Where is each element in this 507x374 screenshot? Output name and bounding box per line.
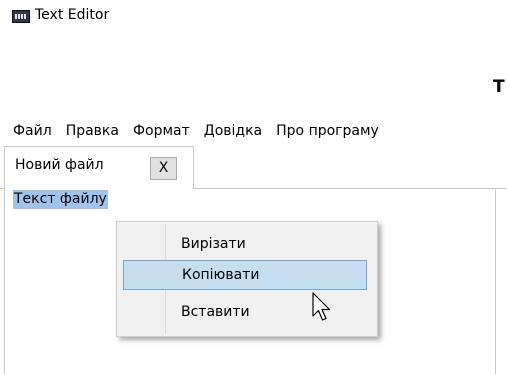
editor-selected-text[interactable]: Текст файлу: [13, 190, 108, 209]
tab-strip: Новий файл X: [0, 146, 507, 190]
text-editor-app-icon: [12, 10, 30, 23]
context-menu-copy-label: Копіювати: [182, 267, 260, 283]
menu-edit[interactable]: Правка: [59, 120, 126, 142]
context-menu-copy[interactable]: Копіювати: [123, 260, 367, 290]
tab-new-file[interactable]: Новий файл X: [4, 146, 194, 190]
context-menu: Вирізати Копіювати Вставити: [116, 221, 378, 337]
context-menu-cut-label: Вирізати: [181, 236, 246, 252]
context-menu-cut[interactable]: Вирізати: [123, 230, 367, 260]
arrow-cursor-icon: [312, 292, 331, 321]
page-heading: T: [493, 77, 505, 97]
menu-file[interactable]: Файл: [0, 120, 59, 142]
title-bar: Text Editor: [0, 0, 507, 32]
context-menu-paste-label: Вставити: [181, 304, 250, 320]
tab-close-button[interactable]: X: [150, 157, 177, 180]
window-title: Text Editor: [35, 7, 110, 23]
tab-label: Новий файл: [15, 157, 104, 173]
menu-format[interactable]: Формат: [126, 120, 197, 142]
menu-about[interactable]: Про програму: [269, 120, 386, 142]
menu-bar: Файл Правка Формат Довідка Про програму: [0, 120, 507, 142]
menu-help[interactable]: Довідка: [197, 120, 269, 142]
